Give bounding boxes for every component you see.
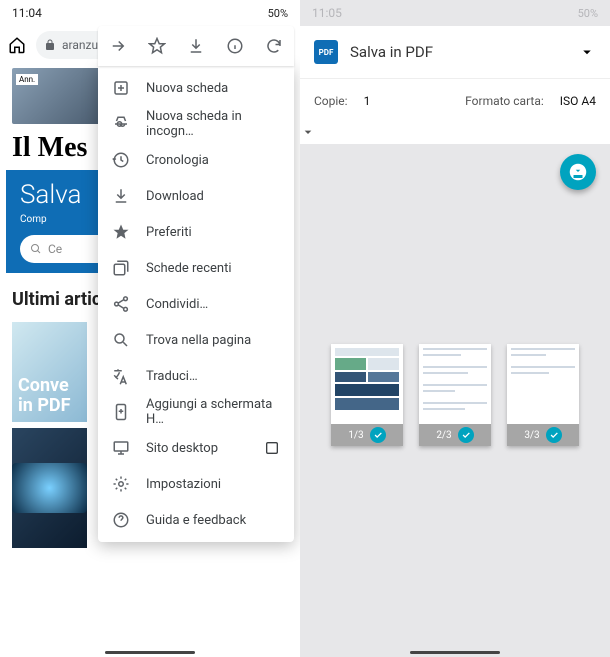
incognito-icon (112, 115, 130, 133)
article-thumb-1[interactable]: Convein PDF (12, 322, 87, 422)
top-ad: Ann. (12, 68, 102, 124)
menu-download[interactable]: Download (98, 178, 294, 214)
tabs-icon (112, 259, 130, 277)
translate-icon (112, 367, 130, 385)
forward-icon[interactable] (109, 37, 127, 55)
url-text: aranzu (62, 38, 98, 52)
star-icon (112, 223, 130, 241)
status-bar-right: 11:05 50% (300, 0, 610, 26)
copies-label: Copie: (314, 94, 348, 108)
history-icon (112, 151, 130, 169)
status-icons-right: 50% (578, 7, 598, 20)
menu-add-home[interactable]: Aggiungi a schermata H… (98, 394, 294, 430)
menu-history[interactable]: Cronologia (98, 142, 294, 178)
menu-new-tab[interactable]: Nuova scheda (98, 70, 294, 106)
find-icon (112, 331, 130, 349)
download-icon[interactable] (187, 37, 205, 55)
menu-share[interactable]: Condividi… (98, 286, 294, 322)
status-bar: 11:04 50% (0, 0, 300, 26)
overflow-toolbar (98, 26, 294, 66)
menu-help[interactable]: Guida e feedback (98, 502, 294, 538)
status-time: 11:04 (12, 6, 42, 20)
print-screenshot: 11:05 50% PDF Salva in PDF Copie: 1 Form… (300, 0, 610, 657)
home-indicator (105, 651, 195, 654)
page-preview-2[interactable]: 2/3 (419, 344, 491, 446)
check-icon (458, 427, 474, 443)
gear-icon (112, 475, 130, 493)
menu-settings[interactable]: Impostazioni (98, 466, 294, 502)
preview-area: 1/3 2/3 3/ (300, 144, 610, 657)
check-icon (546, 427, 562, 443)
overflow-menu: Nuova scheda Nuova scheda in incogn… Cro… (98, 66, 294, 542)
status-icons: 50% (260, 7, 288, 20)
check-icon (370, 427, 386, 443)
format-value[interactable]: ISO A4 (560, 94, 596, 108)
copies-value[interactable]: 1 (364, 94, 371, 108)
menu-incognito[interactable]: Nuova scheda in incogn… (98, 106, 294, 142)
download-arrow-icon (112, 187, 130, 205)
save-pdf-button[interactable] (560, 154, 596, 190)
help-icon (112, 511, 130, 529)
print-destination[interactable]: PDF Salva in PDF (300, 26, 610, 78)
menu-translate[interactable]: Traduci… (98, 358, 294, 394)
desktop-icon (112, 439, 130, 457)
plus-tab-icon (112, 79, 130, 97)
menu-desktop-site[interactable]: Sito desktop (98, 430, 294, 466)
pages-row: 1/3 2/3 3/ (300, 344, 610, 446)
home-icon[interactable] (8, 36, 26, 54)
print-options: Copie: 1 Formato carta: ISO A4 (300, 78, 610, 122)
menu-bookmarks[interactable]: Preferiti (98, 214, 294, 250)
bookmark-icon[interactable] (148, 37, 166, 55)
browser-screenshot: 11:04 50% aranzu Ann. Il Mes Salva Comp … (0, 0, 300, 657)
menu-recent-tabs[interactable]: Schede recenti (98, 250, 294, 286)
reload-icon[interactable] (265, 37, 283, 55)
home-indicator-right (410, 651, 500, 654)
print-title: Salva in PDF (350, 43, 566, 61)
status-time-right: 11:05 (312, 6, 342, 20)
checkbox-icon[interactable] (264, 440, 280, 456)
format-label: Formato carta: (465, 94, 544, 108)
dropdown-icon[interactable] (578, 43, 596, 61)
menu-find[interactable]: Trova nella pagina (98, 322, 294, 358)
info-icon[interactable] (226, 37, 244, 55)
pdf-icon: PDF (314, 40, 338, 64)
article-thumb-2[interactable] (12, 428, 87, 548)
expand-options[interactable] (300, 122, 610, 144)
share-icon (112, 295, 130, 313)
add-home-icon (112, 403, 130, 421)
page-preview-3[interactable]: 3/3 (507, 344, 579, 446)
page-preview-1[interactable]: 1/3 (331, 344, 403, 446)
